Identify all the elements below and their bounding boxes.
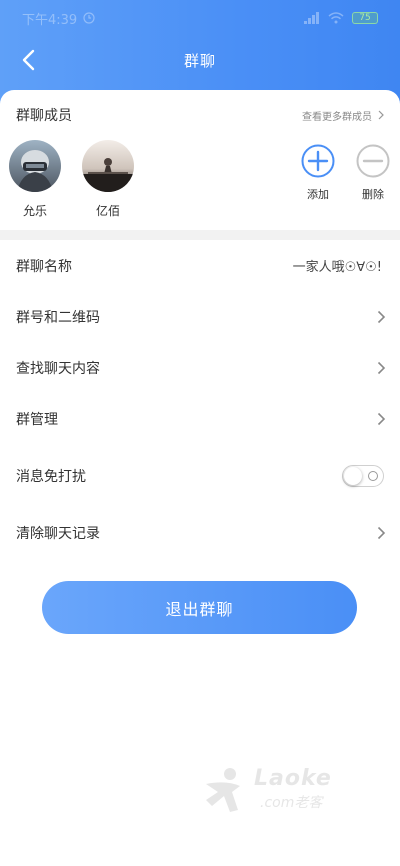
- group-name-label: 群聊名称: [16, 258, 72, 275]
- status-bar: 下午4:39 75: [0, 0, 400, 36]
- view-more-members-label: 查看更多群成员: [302, 111, 372, 123]
- mute-toggle[interactable]: [342, 464, 384, 487]
- nav-bar: 群聊: [0, 36, 400, 84]
- member-name: 允乐: [22, 204, 47, 218]
- exit-group-button[interactable]: 退出群聊: [42, 581, 357, 634]
- chevron-right-icon: [377, 412, 386, 425]
- alarm-icon: [83, 12, 95, 24]
- runner-logo-icon: [206, 768, 240, 812]
- watermark: Laoke .com老客: [196, 762, 356, 822]
- signal-icon: [304, 12, 319, 24]
- chevron-right-icon: [377, 361, 386, 374]
- toggle-off-icon: [368, 470, 378, 481]
- member-item[interactable]: 亿佰: [78, 140, 138, 219]
- page-title: 群聊: [183, 51, 216, 70]
- add-member-button[interactable]: 添加: [292, 144, 344, 202]
- settings-list: 群聊名称 一家人哦☉∀☉! 群号和二维码 查找聊天内容 群管理 消息免打扰 清除…: [0, 240, 400, 558]
- avatar: [82, 140, 134, 192]
- search-chat-row[interactable]: 查找聊天内容: [0, 342, 400, 393]
- back-button[interactable]: [14, 46, 42, 74]
- mute-row: 消息免打扰: [0, 444, 400, 507]
- minus-circle-icon: [356, 144, 390, 178]
- group-name-value: 一家人哦☉∀☉!: [292, 260, 382, 275]
- group-qr-label: 群号和二维码: [16, 309, 100, 326]
- members-card: 群聊成员 查看更多群成员 允乐 亿佰 添加 删除: [0, 90, 400, 230]
- chevron-right-icon: [377, 310, 386, 323]
- avatar: [9, 140, 61, 192]
- group-qr-row[interactable]: 群号和二维码: [0, 291, 400, 342]
- plus-circle-icon: [301, 144, 335, 178]
- battery-indicator: 75: [352, 12, 378, 24]
- members-row: 允乐 亿佰 添加 删除: [0, 140, 400, 230]
- chevron-right-icon: [378, 110, 384, 120]
- search-chat-label: 查找聊天内容: [16, 360, 100, 377]
- member-name: 亿佰: [95, 204, 120, 218]
- status-time: 下午4:39: [22, 12, 78, 28]
- chevron-right-icon: [377, 526, 386, 539]
- section-divider: [0, 230, 400, 240]
- member-item[interactable]: 允乐: [5, 140, 65, 219]
- delete-member-button[interactable]: 删除: [347, 144, 399, 202]
- toggle-knob: [344, 466, 362, 485]
- watermark-subtext: .com老客: [260, 795, 323, 811]
- clear-history-label: 清除聊天记录: [16, 525, 100, 542]
- add-member-label: 添加: [307, 188, 329, 201]
- view-more-members-link[interactable]: 查看更多群成员: [302, 108, 384, 123]
- members-section-title: 群聊成员: [16, 108, 72, 124]
- mute-label: 消息免打扰: [16, 468, 86, 485]
- group-name-row[interactable]: 群聊名称 一家人哦☉∀☉!: [0, 240, 400, 291]
- wifi-icon: [328, 12, 344, 24]
- group-manage-row[interactable]: 群管理: [0, 393, 400, 444]
- group-manage-label: 群管理: [16, 411, 58, 428]
- delete-member-label: 删除: [362, 188, 384, 201]
- watermark-text: Laoke: [254, 766, 332, 791]
- clear-history-row[interactable]: 清除聊天记录: [0, 507, 400, 558]
- chevron-left-icon: [22, 49, 35, 71]
